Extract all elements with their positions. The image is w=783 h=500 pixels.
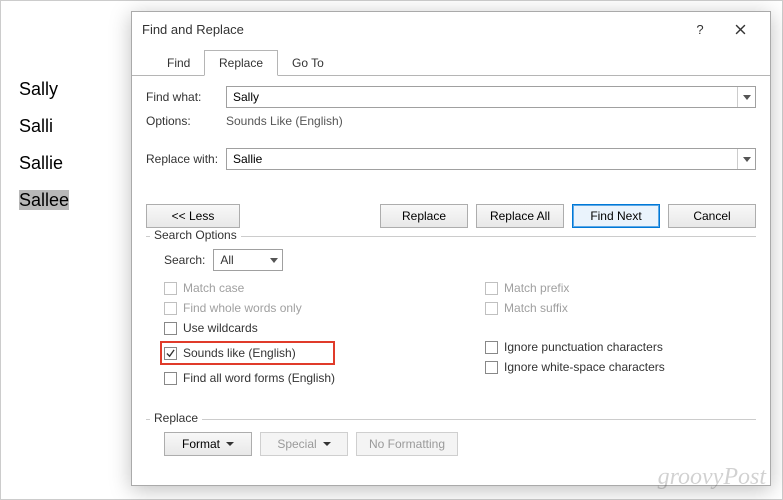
help-button[interactable]: ? (680, 15, 720, 43)
less-button[interactable]: << Less (146, 204, 240, 228)
close-button[interactable] (720, 15, 760, 43)
no-formatting-button: No Formatting (356, 432, 458, 456)
ignore-whitespace-checkbox[interactable]: Ignore white-space characters (485, 360, 665, 374)
replace-with-combo[interactable] (226, 148, 756, 170)
chevron-down-icon (270, 258, 278, 263)
find-what-combo[interactable] (226, 86, 756, 108)
cancel-button[interactable]: Cancel (668, 204, 756, 228)
replace-section: Replace Format Special No Formatting (146, 419, 756, 456)
doc-word-3: Sallie (19, 153, 63, 173)
doc-word-4-selected: Sallee (19, 190, 69, 210)
replace-all-button[interactable]: Replace All (476, 204, 564, 228)
document-text: Sally Salli Sallie Sallee (19, 71, 69, 219)
replace-with-dropdown-button[interactable] (737, 149, 755, 169)
search-direction-value: All (220, 253, 233, 267)
sounds-like-highlight: Sounds like (English) (160, 341, 335, 365)
search-direction-label: Search: (164, 253, 205, 267)
format-button[interactable]: Format (164, 432, 252, 456)
search-options-title: Search Options (150, 228, 241, 242)
match-suffix-checkbox: Match suffix (485, 301, 665, 315)
search-direction-select[interactable]: All (213, 249, 283, 271)
close-icon (735, 24, 746, 35)
tab-goto[interactable]: Go To (277, 50, 339, 76)
special-button: Special (260, 432, 348, 456)
match-prefix-checkbox: Match prefix (485, 281, 665, 295)
options-label: Options: (146, 114, 226, 128)
replace-with-input[interactable] (227, 149, 737, 169)
word-forms-checkbox[interactable]: Find all word forms (English) (164, 371, 335, 385)
sounds-like-checkbox[interactable]: Sounds like (English) (164, 346, 296, 360)
use-wildcards-checkbox[interactable]: Use wildcards (164, 321, 335, 335)
options-value: Sounds Like (English) (226, 114, 343, 128)
replace-section-title: Replace (150, 411, 202, 425)
doc-word-1: Sally (19, 79, 58, 99)
find-what-dropdown-button[interactable] (737, 87, 755, 107)
find-what-label: Find what: (146, 90, 226, 104)
chevron-down-icon (743, 95, 751, 100)
chevron-down-icon (743, 157, 751, 162)
replace-with-label: Replace with: (146, 152, 226, 166)
tab-find[interactable]: Find (152, 50, 205, 76)
dialog-tabs: Find Replace Go To (132, 50, 770, 76)
match-case-checkbox: Match case (164, 281, 335, 295)
dialog-titlebar[interactable]: Find and Replace ? (132, 12, 770, 46)
dialog-title: Find and Replace (142, 22, 680, 37)
find-next-button[interactable]: Find Next (572, 204, 660, 228)
doc-word-2: Salli (19, 116, 53, 136)
find-what-input[interactable] (227, 87, 737, 107)
ignore-punctuation-checkbox[interactable]: Ignore punctuation characters (485, 340, 665, 354)
replace-button[interactable]: Replace (380, 204, 468, 228)
whole-words-checkbox: Find whole words only (164, 301, 335, 315)
find-replace-dialog: Find and Replace ? Find Replace Go To Fi… (131, 11, 771, 486)
tab-replace[interactable]: Replace (204, 50, 278, 76)
search-options-group: Search Options Search: All Match case Fi… (146, 236, 756, 385)
